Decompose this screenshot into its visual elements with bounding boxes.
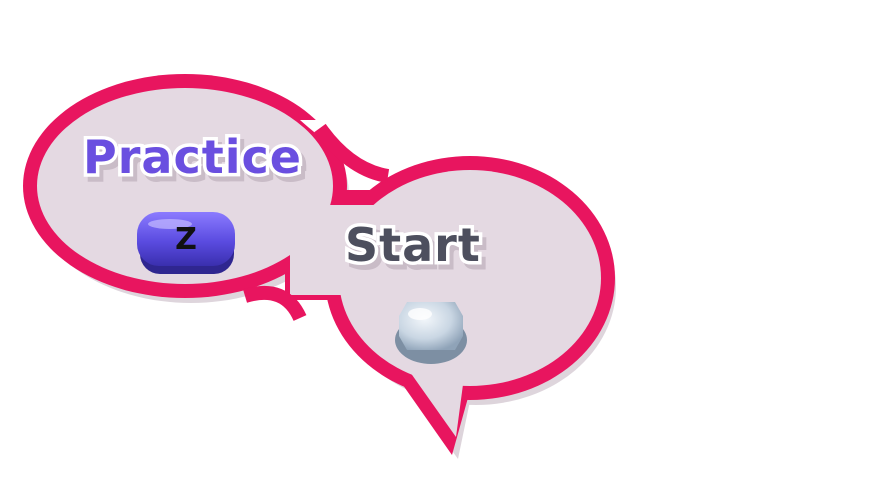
- z-key-button[interactable]: Z: [137, 211, 235, 273]
- start-button[interactable]: [394, 296, 468, 366]
- start-option-label[interactable]: Start: [342, 219, 484, 272]
- practice-option-label[interactable]: Practice: [80, 131, 305, 184]
- menu-screen: Practice Practice Z Start Start: [0, 0, 880, 480]
- z-key-letter: Z: [175, 222, 197, 257]
